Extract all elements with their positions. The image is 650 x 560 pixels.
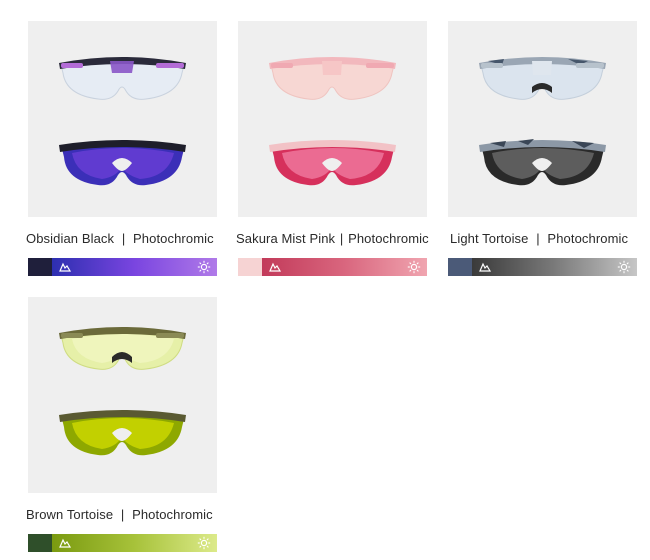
photochromic-transition-bar [28,258,217,276]
sunglasses-image [479,57,606,186]
sun-icon [197,536,211,550]
cloud-icon [269,262,282,272]
product-name: Sakura Mist Pink [236,231,336,246]
photochromic-transition-bar [28,534,217,552]
lens-type: Photochromic [348,231,429,246]
label-separator: | [536,231,540,246]
frame-swatch [448,258,472,276]
lens-gradient [472,258,637,276]
photochromic-transition-bar [448,258,637,276]
lens-gradient [52,258,217,276]
frame-swatch [238,258,262,276]
sun-icon [407,260,421,274]
lens-type: Photochromic [547,231,629,246]
sunglasses-image [59,57,186,186]
frame-swatch [28,534,52,552]
product-label: Obsidian Black | Photochromic [26,231,226,246]
product-name: Light Tortoise [450,231,529,246]
product-name: Obsidian Black [26,231,115,246]
label-separator: | [121,231,126,246]
product-label: Sakura Mist Pink | Photochromic [236,231,436,246]
lens-type: Photochromic [133,231,214,246]
product-image-obsidian-black[interactable] [28,21,217,217]
cloud-icon [59,538,72,548]
cloud-icon [59,262,72,272]
lens-gradient [52,534,217,552]
sun-icon [617,260,631,274]
sunglasses-image [59,327,186,456]
product-image-light-tortoise[interactable] [448,21,637,217]
product-name: Brown Tortoise [26,507,114,522]
sun-icon [197,260,211,274]
product-label: Brown Tortoise | Photochromic [26,507,226,522]
label-separator: | [339,231,344,246]
product-label: Light Tortoise | Photochromic [450,231,650,246]
product-image-brown-tortoise[interactable] [28,297,217,493]
lens-type: Photochromic [132,507,213,522]
frame-swatch [28,258,52,276]
photochromic-transition-bar [238,258,427,276]
label-separator: | [120,507,125,522]
product-image-sakura-mist-pink[interactable] [238,21,427,217]
sunglasses-image [269,57,396,186]
cloud-icon [479,262,492,272]
lens-gradient [262,258,427,276]
